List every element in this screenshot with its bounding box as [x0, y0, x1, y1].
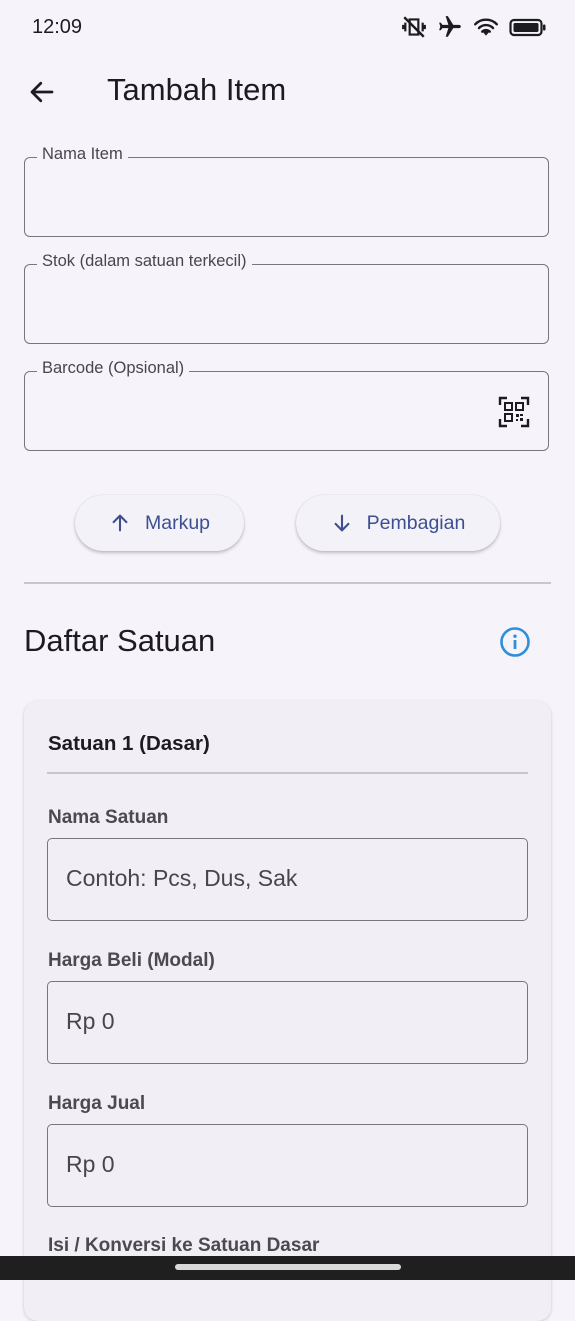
- markup-button[interactable]: Markup: [75, 495, 244, 551]
- status-bar: 12:09: [0, 0, 575, 56]
- units-section-title: Daftar Satuan: [24, 623, 216, 658]
- division-button[interactable]: Pembagian: [296, 495, 500, 551]
- status-time: 12:09: [32, 16, 83, 38]
- info-icon[interactable]: [499, 626, 531, 658]
- unit-name-placeholder: Contoh: Pcs, Dus, Sak: [66, 865, 298, 891]
- markup-label: Markup: [144, 511, 211, 534]
- status-icons: [401, 14, 547, 40]
- back-button[interactable]: [20, 70, 64, 114]
- arrow-left-icon: [30, 81, 54, 103]
- stock-label: Stok (dalam satuan terkecil): [37, 252, 252, 271]
- item-name-input[interactable]: [41, 178, 485, 218]
- buy-price-placeholder: Rp 0: [66, 1008, 115, 1034]
- barcode-field[interactable]: Barcode (Opsional): [24, 359, 549, 451]
- item-name-label: Nama Item: [37, 145, 128, 164]
- page-title: Tambah Item: [107, 72, 287, 107]
- sell-price-input[interactable]: Rp 0: [47, 1124, 528, 1207]
- gesture-handle[interactable]: [175, 1264, 401, 1270]
- stock-input[interactable]: [41, 285, 485, 325]
- barcode-label: Barcode (Opsional): [37, 359, 190, 378]
- unit-card-divider: [47, 772, 528, 774]
- wifi-icon: [473, 14, 499, 40]
- airplane-icon: [437, 14, 463, 40]
- sell-price-label: Harga Jual: [48, 1093, 146, 1114]
- unit-name-label: Nama Satuan: [48, 807, 169, 828]
- division-label: Pembagian: [366, 511, 466, 534]
- buy-price-input[interactable]: Rp 0: [47, 981, 528, 1064]
- item-name-field[interactable]: Nama Item: [24, 145, 549, 237]
- app-bar: Tambah Item: [0, 60, 575, 120]
- vibrate-off-icon: [401, 14, 427, 40]
- section-divider: [24, 582, 551, 584]
- unit-name-input[interactable]: Contoh: Pcs, Dus, Sak: [47, 838, 528, 921]
- stock-field[interactable]: Stok (dalam satuan terkecil): [24, 252, 549, 344]
- battery-icon: [509, 15, 547, 39]
- arrow-down-icon: [334, 514, 350, 532]
- sell-price-placeholder: Rp 0: [66, 1151, 115, 1177]
- qr-scan-icon[interactable]: [498, 396, 530, 428]
- buy-price-label: Harga Beli (Modal): [48, 950, 215, 971]
- unit-card: Satuan 1 (Dasar) Nama Satuan Contoh: Pcs…: [24, 701, 551, 1321]
- unit-card-title: Satuan 1 (Dasar): [48, 732, 210, 755]
- barcode-input[interactable]: [41, 392, 485, 432]
- conversion-label: Isi / Konversi ke Satuan Dasar: [48, 1235, 320, 1256]
- arrow-up-icon: [112, 514, 128, 532]
